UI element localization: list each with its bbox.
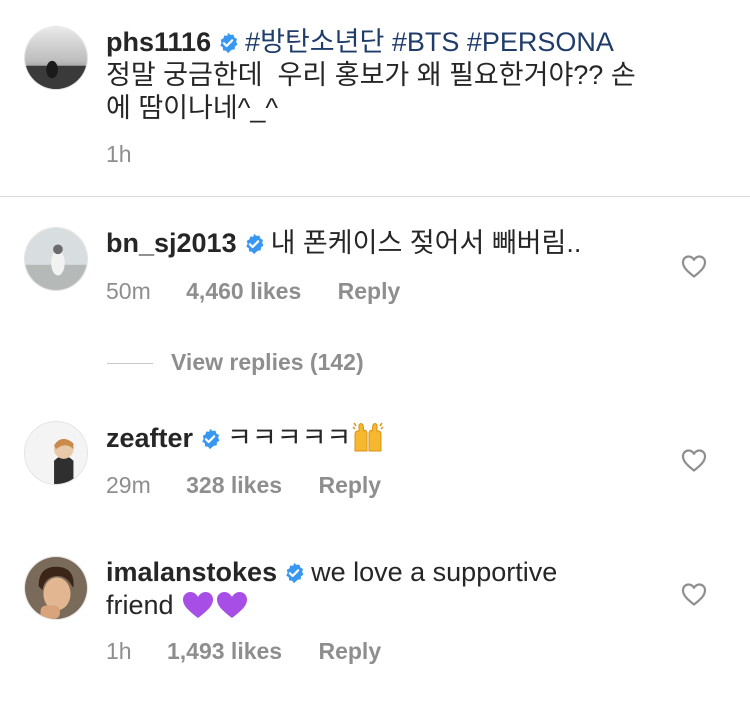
caption-username[interactable]: phs1116 (106, 27, 211, 57)
verified-icon (217, 32, 239, 54)
comment-username[interactable]: bn_sj2013 (106, 228, 237, 258)
avatar-image (25, 228, 87, 290)
comment-avatar-zeafter[interactable] (24, 421, 88, 485)
reply-button[interactable]: Reply (318, 472, 381, 499)
comment-timestamp: 29m (106, 472, 151, 498)
comment-avatar-bn-sj2013[interactable] (24, 227, 88, 291)
like-heart-icon[interactable] (681, 582, 707, 606)
comment-body: 내 폰케이스 젖어서 빼버림.. (270, 228, 582, 258)
hashtag-link[interactable]: #방탄소년단 (245, 27, 384, 57)
verified-icon (283, 562, 305, 584)
like-heart-icon[interactable] (681, 254, 707, 278)
avatar-image (25, 557, 87, 619)
comment-body: ㅋㅋㅋㅋㅋ (227, 423, 352, 453)
like-heart-icon[interactable] (681, 448, 707, 472)
caption-body-line2: 에 땀이나네^_^ (106, 93, 279, 123)
comment-body-line2: friend (106, 590, 174, 620)
likes-count[interactable]: 4,460 likes (186, 278, 301, 305)
hashtag-link[interactable]: #BTS (392, 27, 460, 57)
comment-timestamp: 50m (106, 278, 151, 304)
avatar-image (25, 27, 87, 89)
divider (0, 196, 750, 197)
comment-body-line1: we love a supportive (311, 557, 558, 587)
purple-heart-icon (181, 590, 215, 628)
comment-meta: 50m 4,460 likes Reply (106, 278, 400, 305)
comment-text: zeafter ㅋㅋㅋㅋㅋ (106, 421, 385, 461)
comment-username[interactable]: imalanstokes (106, 557, 277, 587)
view-replies-line (107, 363, 153, 364)
verified-icon (199, 428, 221, 450)
likes-count[interactable]: 1,493 likes (167, 638, 282, 665)
verified-icon (243, 233, 265, 255)
likes-count[interactable]: 328 likes (186, 472, 282, 499)
reply-button[interactable]: Reply (318, 638, 381, 665)
hashtag-link[interactable]: #PERSONA (467, 27, 614, 57)
purple-heart-icon (215, 590, 249, 628)
caption-timestamp: 1h (106, 141, 132, 167)
comment-username[interactable]: zeafter (106, 423, 193, 453)
caption-meta: 1h (106, 141, 132, 168)
comment-timestamp: 1h (106, 638, 132, 664)
caption-avatar[interactable] (24, 26, 88, 90)
view-replies-button[interactable]: View replies (142) (171, 349, 364, 376)
comment-avatar-imalanstokes[interactable] (24, 556, 88, 620)
avatar-image (25, 422, 87, 484)
comment-meta: 29m 328 likes Reply (106, 472, 381, 499)
comment-meta: 1h 1,493 likes Reply (106, 638, 381, 665)
reply-button[interactable]: Reply (338, 278, 401, 305)
comment-text: bn_sj2013 내 폰케이스 젖어서 빼버림.. (106, 227, 581, 260)
raising-hands-icon (351, 421, 385, 461)
caption-text: phs1116 #방탄소년단 #BTS #PERSONA 정말 궁금한데 우리 홍… (106, 26, 636, 125)
comment-text: imalanstokes we love a supportive friend (106, 556, 557, 628)
caption-body-line1: 정말 궁금한데 우리 홍보가 왜 필요한거야?? 손 (106, 60, 636, 90)
